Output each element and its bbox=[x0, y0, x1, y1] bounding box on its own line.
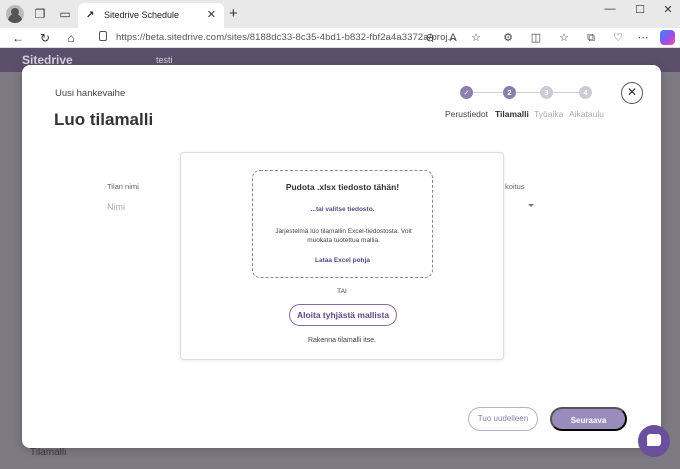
modal-title: Luo tilamalli bbox=[54, 110, 154, 129]
refresh-icon[interactable]: ↻ bbox=[37, 30, 53, 46]
new-tab-button[interactable]: + bbox=[229, 6, 238, 21]
step-1-label: Perustiedot bbox=[445, 109, 488, 119]
background-section-title: Tilamalli bbox=[30, 447, 67, 458]
browser-essentials-icon[interactable]: ♡ bbox=[611, 31, 625, 45]
file-dropzone[interactable]: Pudota .xlsx tiedosto tähän! ...tai vali… bbox=[252, 170, 433, 278]
collections-icon[interactable]: ⧉ bbox=[584, 31, 598, 45]
tab-actions-icon[interactable]: ▭ bbox=[58, 7, 72, 21]
favorite-star-icon[interactable]: ☆ bbox=[469, 31, 483, 45]
tab-close-icon[interactable]: ✕ bbox=[207, 8, 216, 21]
back-arrow-icon[interactable]: ← bbox=[10, 30, 26, 46]
window-close-button[interactable]: ✕ bbox=[658, 3, 678, 16]
usage-label: koitus bbox=[505, 182, 525, 191]
workspaces-icon[interactable]: ❐ bbox=[33, 7, 47, 21]
maximize-button[interactable]: ☐ bbox=[630, 3, 650, 16]
url-text: https://beta.sitedrive.com/sites/8188dc3… bbox=[116, 32, 456, 43]
favorites-icon[interactable]: ☆ bbox=[557, 31, 571, 45]
space-name-label: Tilan nimi bbox=[107, 182, 139, 191]
lock-icon bbox=[99, 31, 107, 41]
step-connector bbox=[516, 92, 540, 93]
tab-title: Sitedrive Schedule bbox=[104, 10, 180, 20]
download-template-link[interactable]: Lataa Excel pohja bbox=[253, 257, 432, 264]
home-icon[interactable]: ⌂ bbox=[63, 30, 79, 46]
copilot-icon[interactable] bbox=[660, 30, 675, 45]
step-connector bbox=[553, 92, 579, 93]
modal-eyebrow: Uusi hankevaihe bbox=[55, 88, 126, 99]
step-1-check-icon: ✓ bbox=[460, 86, 473, 99]
extensions-icon[interactable]: ⚙ bbox=[501, 31, 515, 45]
choose-file-link[interactable]: ...tai valitse tiedosto. bbox=[253, 206, 432, 213]
step-4-circle: 4 bbox=[579, 86, 592, 99]
next-button[interactable]: Seuraava bbox=[550, 407, 627, 431]
address-bar: ← ↻ ⌂ https://beta.sitedrive.com/sites/8… bbox=[0, 28, 680, 48]
step-3-label: Työaika bbox=[534, 109, 564, 119]
zoom-icon[interactable]: ⊖ bbox=[423, 31, 437, 45]
step-3-circle: 3 bbox=[540, 86, 553, 99]
dropzone-description: Järjestelmä luo tilamallin Excel-tiedost… bbox=[275, 228, 412, 244]
sitedrive-favicon-icon: ↗ bbox=[86, 10, 95, 21]
import-panel: Pudota .xlsx tiedosto tähän! ...tai vali… bbox=[180, 152, 504, 360]
step-connector bbox=[473, 92, 503, 93]
dropzone-title: Pudota .xlsx tiedosto tähän! bbox=[285, 182, 400, 192]
minimize-button[interactable]: — bbox=[600, 3, 620, 15]
read-aloud-icon[interactable]: A bbox=[446, 31, 460, 45]
start-empty-button[interactable]: Aloita tyhjästä mallista bbox=[289, 304, 397, 326]
step-2-label: Tilamalli bbox=[495, 109, 529, 119]
or-divider: TAI bbox=[337, 288, 347, 295]
import-again-button[interactable]: Tuo uudelleen bbox=[468, 407, 538, 431]
step-2-circle: 2 bbox=[503, 86, 516, 99]
url-field[interactable]: https://beta.sitedrive.com/sites/8188dc3… bbox=[94, 28, 498, 47]
browser-tab-active[interactable]: ↗ Sitedrive Schedule ✕ bbox=[78, 3, 224, 28]
more-menu-icon[interactable]: ⋯ bbox=[636, 31, 650, 45]
create-space-model-modal: Uusi hankevaihe Luo tilamalli ✕ ✓ 2 3 4 … bbox=[22, 65, 661, 448]
profile-avatar[interactable] bbox=[6, 5, 24, 23]
chat-support-icon[interactable] bbox=[638, 425, 670, 457]
usage-dropdown-chevron-icon[interactable] bbox=[528, 204, 534, 207]
modal-close-button[interactable]: ✕ bbox=[621, 82, 643, 104]
space-name-input[interactable]: Nimi bbox=[107, 202, 125, 212]
browser-tab-bar: ❐ ▭ ↗ Sitedrive Schedule ✕ + — ☐ ✕ bbox=[0, 0, 680, 28]
project-breadcrumb: testi bbox=[156, 55, 173, 65]
step-4-label: Aikataulu bbox=[569, 109, 604, 119]
build-yourself-text: Rakenna tilamalli itse. bbox=[307, 337, 377, 344]
split-screen-icon[interactable]: ◫ bbox=[529, 31, 543, 45]
